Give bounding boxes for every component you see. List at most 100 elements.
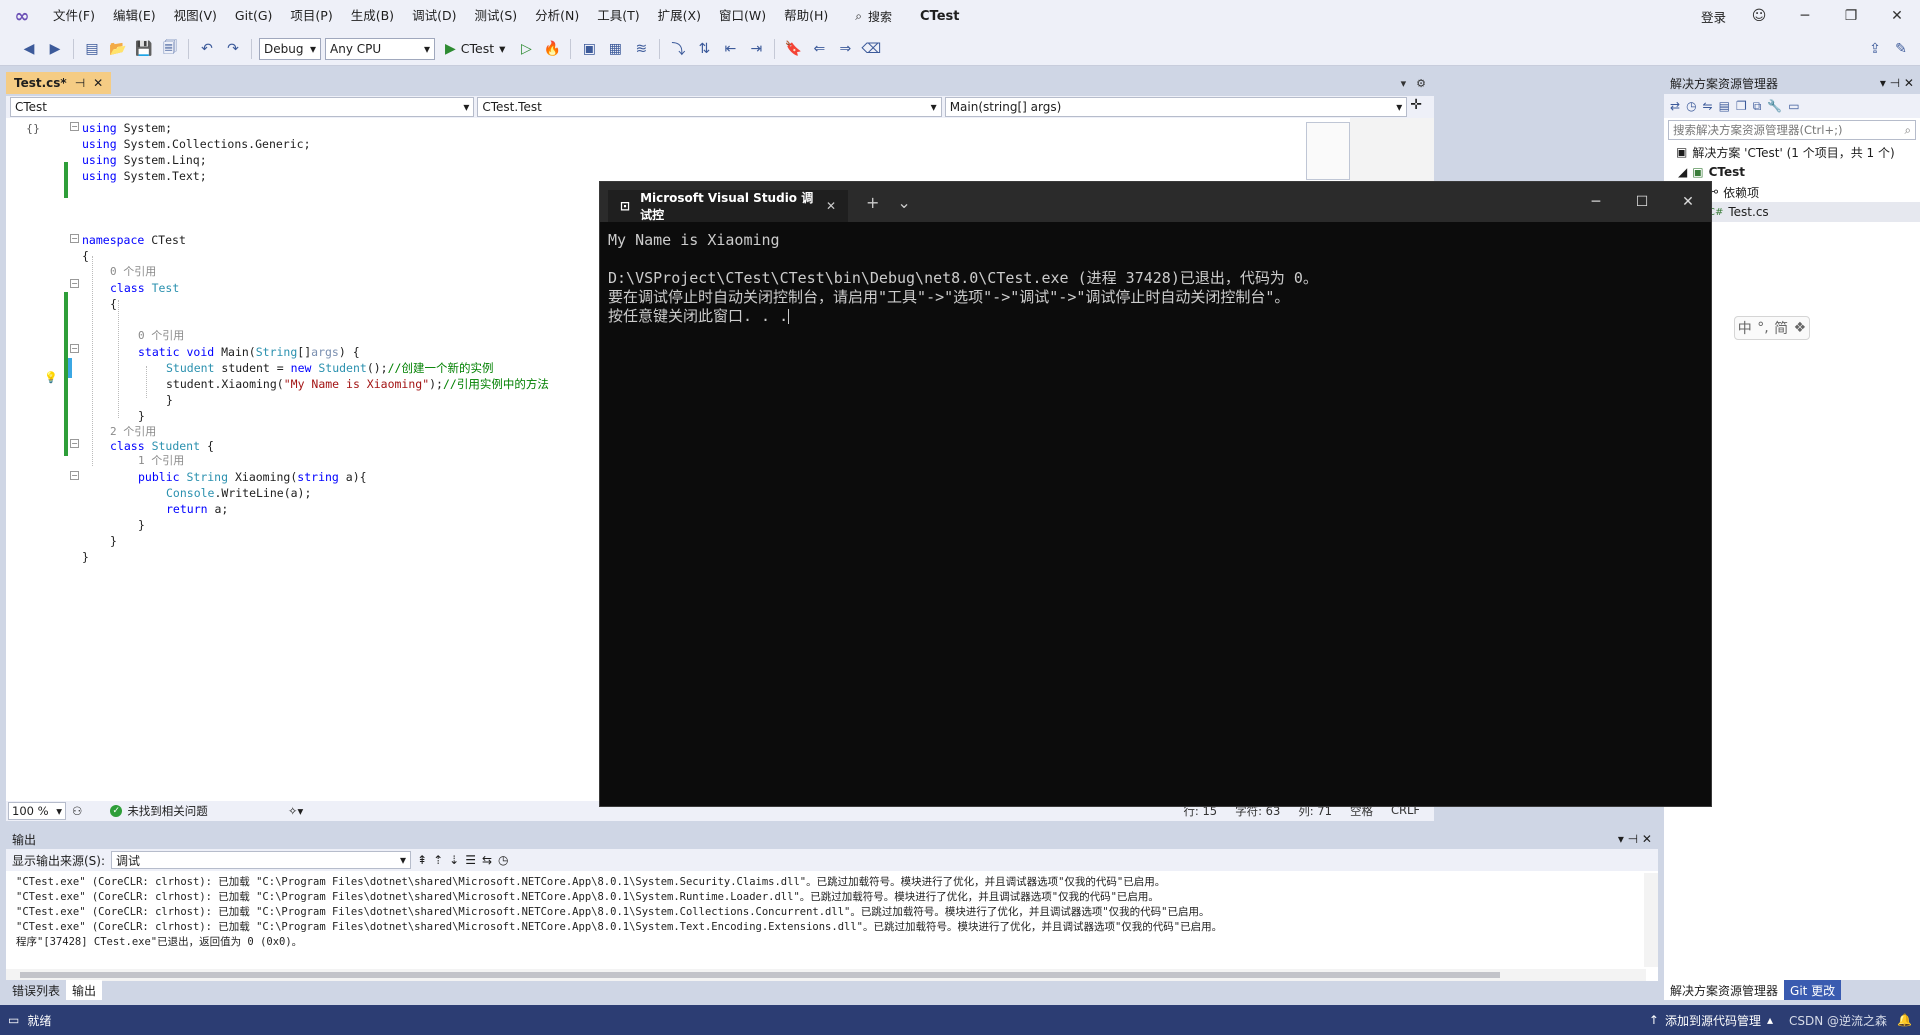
menu-git[interactable]: Git(G) <box>226 0 282 32</box>
undo-icon[interactable]: ↶ <box>196 38 218 60</box>
configuration-select[interactable]: Debug ▾ <box>259 37 321 60</box>
code-minimap[interactable] <box>1306 122 1350 180</box>
format-icon[interactable]: ≋ <box>630 38 652 60</box>
reference-count[interactable]: 1 个引用 <box>138 453 184 469</box>
project-dropdown[interactable]: CTest ▾ <box>10 97 475 117</box>
restore-button[interactable]: ❐ <box>1828 0 1874 32</box>
menu-analyze[interactable]: 分析(N) <box>526 0 588 32</box>
menu-tools[interactable]: 工具(T) <box>588 0 648 32</box>
toggle-icon[interactable]: ⇅ <box>693 38 715 60</box>
fold-toggle[interactable]: − <box>70 439 79 448</box>
signin-link[interactable]: 登录 <box>1701 7 1726 26</box>
fold-toggle[interactable]: − <box>70 344 79 353</box>
new-tab-icon[interactable]: + <box>866 193 879 212</box>
tab-test-cs[interactable]: Test.cs* ⊣ ✕ <box>6 72 112 94</box>
close-icon[interactable]: ✕ <box>826 199 836 213</box>
hot-reload-icon[interactable]: 🔥 <box>541 38 563 60</box>
ime-mode[interactable]: 简 <box>1774 318 1788 338</box>
reference-count[interactable]: 0 个引用 <box>138 328 184 344</box>
type-dropdown[interactable]: CTest.Test ▾ <box>477 97 942 117</box>
prev-message-icon[interactable]: ⇡ <box>433 853 443 867</box>
word-wrap-icon[interactable]: ⇆ <box>482 853 492 867</box>
account-icon[interactable]: ☺ <box>1736 0 1782 32</box>
settings-icon[interactable]: ⚙ <box>1416 77 1426 90</box>
console-tab[interactable]: ⊡ Microsoft Visual Studio 调试控 ✕ <box>608 190 848 222</box>
preview-icon[interactable]: ▭ <box>1788 99 1799 113</box>
save-icon[interactable]: 💾 <box>133 38 155 60</box>
menu-window[interactable]: 窗口(W) <box>710 0 775 32</box>
menu-test[interactable]: 测试(S) <box>465 0 526 32</box>
step-icon[interactable]: ⤵ <box>667 38 689 60</box>
zoom-dropdown[interactable]: 100 % ▾ <box>8 802 66 820</box>
next-message-icon[interactable]: ⇣ <box>449 853 459 867</box>
next-bookmark-icon[interactable]: ⇒ <box>834 38 856 60</box>
tab-overflow-icon[interactable]: ▾ <box>1401 77 1407 90</box>
forward-icon[interactable]: ▶ <box>44 38 66 60</box>
tree-solution-root[interactable]: ▣ 解决方案 'CTest' (1 个项目，共 1 个) <box>1664 142 1920 162</box>
timestamp-icon[interactable]: ◷ <box>498 853 508 867</box>
add-source-control[interactable]: 添加到源代码管理 <box>1665 1012 1761 1029</box>
start-debugging-button[interactable]: ▶ CTest ▾ <box>439 41 511 57</box>
output-text[interactable]: "CTest.exe" (CoreCLR: clrhost): 已加载 "C:\… <box>16 875 1222 950</box>
ime-language[interactable]: 中 <box>1738 318 1752 338</box>
close-button[interactable]: ✕ <box>1874 0 1920 32</box>
search-button[interactable]: ⌕ 搜索 <box>855 8 892 25</box>
code-cleanup-icon[interactable]: ✧▾ <box>288 804 303 818</box>
properties-icon[interactable]: 🔧 <box>1767 99 1782 113</box>
show-all-files-icon[interactable]: ❐ <box>1736 99 1747 113</box>
menu-debug[interactable]: 调试(D) <box>403 0 465 32</box>
output-scrollbar-vertical[interactable] <box>1644 873 1658 967</box>
issues-indicator[interactable]: ✓ 未找到相关问题 <box>110 803 208 819</box>
split-icon[interactable]: ✛ <box>1410 97 1430 117</box>
tab-solution-explorer[interactable]: 解决方案资源管理器 <box>1664 980 1785 1000</box>
tree-project[interactable]: ◢ ▣ CTest <box>1664 162 1920 182</box>
tab-output[interactable]: 输出 <box>66 980 103 1000</box>
ime-skin-icon[interactable]: ❖ <box>1794 320 1807 336</box>
menu-help[interactable]: 帮助(H) <box>775 0 837 32</box>
notification-icon[interactable]: 🔔 <box>1897 1013 1912 1027</box>
fold-toggle[interactable]: − <box>70 471 79 480</box>
open-folder-icon[interactable]: 📂 <box>107 38 129 60</box>
output-source-select[interactable]: 调试 ▾ <box>111 851 412 869</box>
history-icon[interactable]: ◷ <box>1686 99 1696 113</box>
back-icon[interactable]: ◀ <box>18 38 40 60</box>
save-all-icon[interactable]: 🗐 <box>159 38 181 60</box>
chevron-down-icon[interactable]: ⌄ <box>897 193 910 212</box>
close-icon[interactable]: ✕ <box>93 76 103 90</box>
minimize-button[interactable]: ─ <box>1782 0 1828 32</box>
console-output[interactable]: My Name is Xiaoming D:\VSProject\CTest\C… <box>600 222 1711 335</box>
new-project-icon[interactable]: ▤ <box>81 38 103 60</box>
menu-project[interactable]: 项目(P) <box>281 0 341 32</box>
menu-extensions[interactable]: 扩展(X) <box>649 0 710 32</box>
menu-file[interactable]: 文件(F) <box>44 0 104 32</box>
menu-edit[interactable]: 编辑(E) <box>104 0 165 32</box>
collapse-all-icon[interactable]: ▤ <box>1719 99 1730 113</box>
sync-icon[interactable]: ⇋ <box>1703 99 1713 113</box>
outdent-icon[interactable]: ⇥ <box>745 38 767 60</box>
upload-icon[interactable]: ↑ <box>1649 1013 1659 1027</box>
live-share-icon[interactable]: ⇪ <box>1864 38 1886 60</box>
pin-icon[interactable]: ⊣ <box>75 76 85 90</box>
output-scrollbar-horizontal[interactable] <box>6 969 1646 981</box>
ime-toolbar[interactable]: 中 °, 简 ❖ <box>1734 316 1810 340</box>
panel-controls[interactable]: ▾ ⊣ ✕ <box>1618 832 1652 846</box>
clear-bookmarks-icon[interactable]: ⌫ <box>860 38 882 60</box>
fold-toggle[interactable]: − <box>70 122 79 131</box>
bookmark-icon[interactable]: 🔖 <box>782 38 804 60</box>
member-dropdown[interactable]: Main(string[] args) ▾ <box>944 97 1408 117</box>
fold-toggle[interactable]: − <box>70 234 79 243</box>
platform-select[interactable]: Any CPU ▾ <box>325 37 435 60</box>
minimize-button[interactable]: ─ <box>1573 182 1619 222</box>
solution-search-input[interactable]: 搜索解决方案资源管理器(Ctrl+;) ⌕ <box>1668 120 1916 140</box>
ime-punct-icon[interactable]: °, <box>1757 320 1768 336</box>
menu-view[interactable]: 视图(V) <box>165 0 226 32</box>
switch-views-icon[interactable]: ⇄ <box>1670 99 1680 113</box>
reference-count[interactable]: 0 个引用 <box>110 264 156 280</box>
panel-controls[interactable]: ▾ ⊣ ✕ <box>1880 76 1914 90</box>
indent-icon[interactable]: ⇤ <box>719 38 741 60</box>
find-message-icon[interactable]: ⇞ <box>417 853 427 867</box>
filter-icon[interactable]: ⧉ <box>1753 99 1762 114</box>
lightbulb-icon[interactable]: 💡 <box>44 371 58 384</box>
start-without-debugging-icon[interactable]: ▷ <box>515 38 537 60</box>
close-button[interactable]: ✕ <box>1665 182 1711 222</box>
